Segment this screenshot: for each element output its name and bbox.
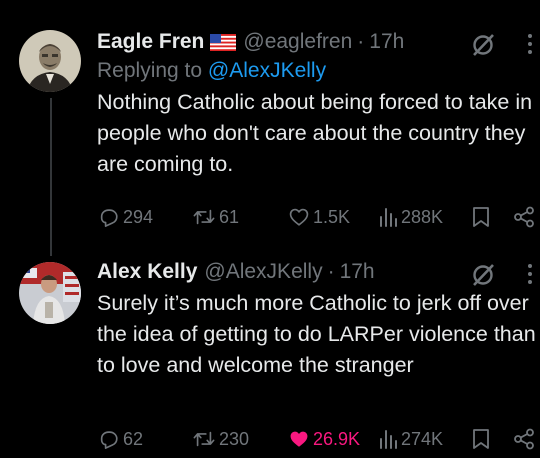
view-count: 288K xyxy=(401,206,444,227)
heart-filled-icon xyxy=(290,431,308,447)
tweet-actions: 62 230 26.9K 274K xyxy=(0,427,540,451)
reply-button[interactable]: 294 xyxy=(98,205,153,229)
avatar[interactable] xyxy=(19,30,81,92)
avatar[interactable] xyxy=(19,262,81,324)
user-handle[interactable]: @AlexJKelly xyxy=(204,260,322,284)
tweet-text: Nothing Catholic about being forced to t… xyxy=(97,90,533,176)
reply-count: 294 xyxy=(123,206,154,227)
bookmark-icon[interactable] xyxy=(472,428,490,450)
views-button[interactable]: 274K xyxy=(378,427,443,451)
view-count: 274K xyxy=(401,428,444,449)
like-button[interactable]: 1.5K xyxy=(288,205,350,229)
reply-icon xyxy=(100,209,118,227)
replying-to: Replying to @AlexJKelly xyxy=(97,59,540,83)
bookmark-icon[interactable] xyxy=(472,206,490,228)
tweet-alexjkelly[interactable]: Alex Kelly @AlexJKelly · 17h Surely it’s… xyxy=(0,250,540,458)
reply-button[interactable]: 62 xyxy=(98,427,143,451)
retweet-button[interactable]: 230 xyxy=(192,427,249,451)
separator-dot: · xyxy=(357,30,365,53)
timestamp[interactable]: 17h xyxy=(369,30,404,54)
timestamp[interactable]: 17h xyxy=(340,260,375,284)
views-icon xyxy=(380,208,397,227)
more-options-icon[interactable] xyxy=(522,30,538,60)
replying-to-label: Replying to xyxy=(97,59,203,82)
retweet-icon xyxy=(193,209,215,225)
separator-dot: · xyxy=(327,260,335,283)
views-icon xyxy=(380,430,397,449)
reply-icon xyxy=(100,431,118,449)
views-button[interactable]: 288K xyxy=(378,205,443,229)
like-button[interactable]: 26.9K xyxy=(288,427,360,451)
like-count: 26.9K xyxy=(313,428,361,449)
more-options-icon[interactable] xyxy=(522,260,538,290)
reply-count: 62 xyxy=(123,428,144,449)
us-flag-icon xyxy=(210,33,237,51)
share-icon[interactable] xyxy=(512,205,536,229)
replying-to-handle[interactable]: @AlexJKelly xyxy=(208,59,326,82)
tweet-actions: 294 61 1.5K 288K xyxy=(0,205,540,229)
retweet-button[interactable]: 61 xyxy=(192,205,239,229)
grok-icon[interactable] xyxy=(470,262,496,288)
tweet-eaglefren[interactable]: Eagle Fren @eaglefren · 17h Replying to … xyxy=(0,0,540,250)
grok-icon[interactable] xyxy=(470,32,496,58)
heart-icon xyxy=(289,208,309,226)
like-count: 1.5K xyxy=(313,206,351,227)
share-icon[interactable] xyxy=(512,427,536,451)
user-handle[interactable]: @eaglefren xyxy=(243,30,352,54)
retweet-count: 230 xyxy=(219,428,250,449)
display-name[interactable]: Alex Kelly xyxy=(97,260,197,284)
display-name[interactable]: Eagle Fren xyxy=(97,30,204,54)
retweet-icon xyxy=(193,431,215,447)
tweet-text: Surely it’s much more Catholic to jerk o… xyxy=(97,291,536,377)
retweet-count: 61 xyxy=(219,206,240,227)
